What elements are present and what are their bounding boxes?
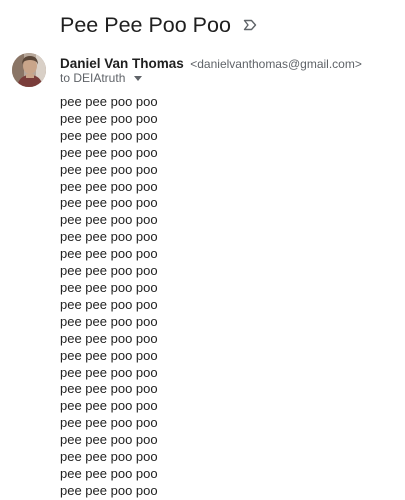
body-line: pee pee poo poo <box>60 482 158 498</box>
body-line: pee pee poo poo <box>60 127 158 143</box>
body-line: pee pee poo poo <box>60 212 158 228</box>
sender-name[interactable]: Daniel Van Thomas <box>60 56 184 71</box>
body-line: pee pee poo poo <box>60 313 158 329</box>
body-line: pee pee poo poo <box>60 364 158 380</box>
sender-email: <danielvanthomas@gmail.com> <box>190 57 362 71</box>
avatar-photo <box>12 53 46 87</box>
body-line: pee pee poo poo <box>60 449 158 465</box>
body-line: pee pee poo poo <box>60 263 158 279</box>
subject-row: Pee Pee Poo Poo <box>60 11 257 39</box>
body-line: pee pee poo poo <box>60 161 158 177</box>
body-line: pee pee poo poo <box>60 94 158 109</box>
body-line: pee pee poo poo <box>60 195 158 211</box>
body-line: pee pee poo poo <box>60 330 158 346</box>
label-outline-icon[interactable] <box>243 18 257 32</box>
sender-avatar[interactable] <box>12 53 46 87</box>
body-line: pee pee poo poo <box>60 415 158 431</box>
body-line: pee pee poo poo <box>60 398 158 414</box>
body-line: pee pee poo poo <box>60 347 158 363</box>
body-line: pee pee poo poo <box>60 279 158 295</box>
body-line: pee pee poo poo <box>60 110 158 126</box>
email-subject: Pee Pee Poo Poo <box>60 13 231 37</box>
body-line: pee pee poo poo <box>60 432 158 448</box>
body-line: pee pee poo poo <box>60 178 158 194</box>
body-line: pee pee poo poo <box>60 381 158 397</box>
email-body: pee pee poo poo pee pee poo poo pee pee po… <box>60 94 158 500</box>
body-line: pee pee poo poo <box>60 144 158 160</box>
body-line: pee pee poo poo <box>60 246 158 262</box>
body-line: pee pee poo poo <box>60 465 158 481</box>
recipients-row[interactable]: to DEIAtruth <box>60 71 143 85</box>
body-line: pee pee poo poo <box>60 296 158 312</box>
body-line: pee pee poo poo <box>60 229 158 245</box>
chevron-down-icon[interactable] <box>134 75 143 81</box>
recipients-label: to DEIAtruth <box>60 71 126 85</box>
